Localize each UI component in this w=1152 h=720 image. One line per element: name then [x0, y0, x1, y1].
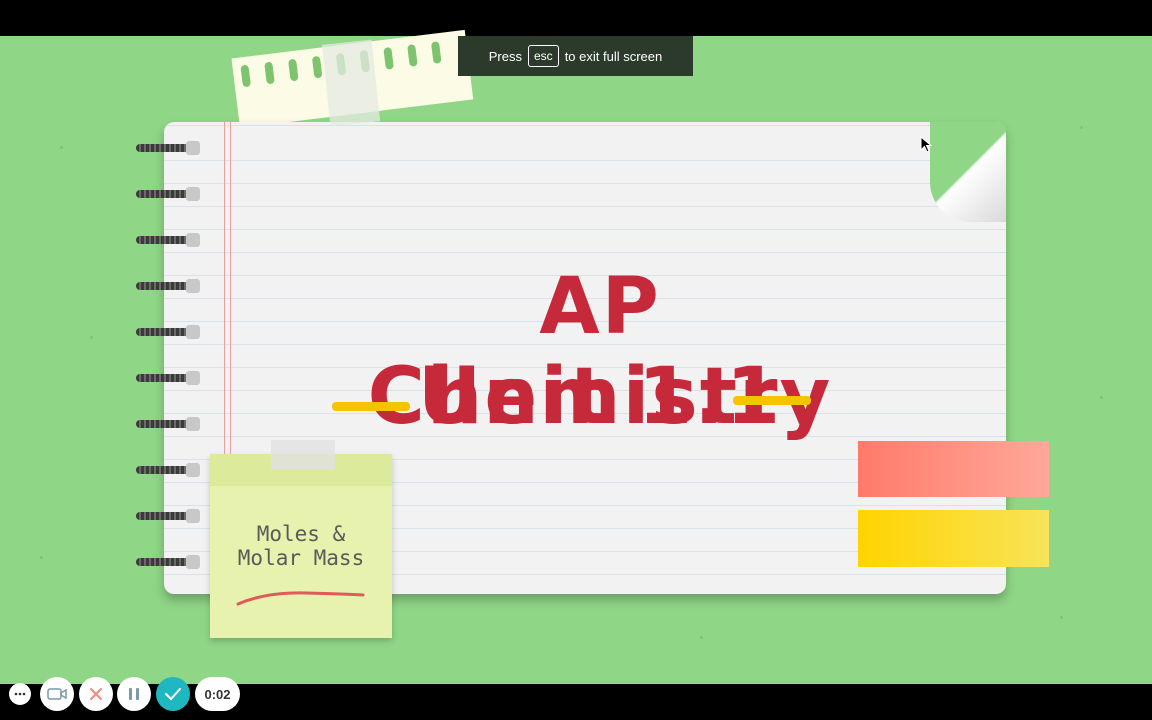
sticky-underline: [236, 591, 365, 606]
more-options-button[interactable]: [9, 683, 31, 705]
spiral-ring: [136, 187, 200, 201]
mouse-cursor-icon: [920, 136, 933, 153]
title-dash-left: [332, 402, 410, 411]
spiral-ring: [136, 141, 200, 155]
toast-prefix: Press: [488, 48, 522, 64]
spiral-ring: [136, 325, 200, 339]
camera-switch-icon: [47, 688, 67, 700]
sticky-tab-yellow: [858, 510, 1049, 567]
discard-button[interactable]: [79, 677, 113, 711]
pause-icon: [129, 688, 139, 700]
pause-button[interactable]: [117, 677, 151, 711]
sticky-tape: [271, 440, 335, 470]
camera-button[interactable]: [40, 677, 74, 711]
spiral-ring: [136, 371, 200, 385]
spiral-ring: [136, 463, 200, 477]
fullscreen-toast: Press esc to exit full screen: [458, 36, 693, 76]
tape-piece: [321, 39, 381, 127]
toast-suffix: to exit full screen: [564, 48, 663, 64]
sticky-note-text: Moles & Molar Mass: [210, 522, 392, 570]
check-icon: [165, 688, 181, 700]
spiral-ring: [136, 279, 200, 293]
page-curl: [930, 122, 1006, 222]
spiral-ring: [136, 233, 200, 247]
spiral-ring: [136, 555, 200, 569]
close-icon: [90, 688, 102, 700]
sticky-tab-red: [858, 441, 1049, 497]
finish-button[interactable]: [156, 677, 190, 711]
timer-display: 0:02: [195, 677, 240, 711]
top-letterbox: [0, 0, 1152, 36]
sticky-line2: Molar Mass: [237, 546, 365, 570]
title-dash-right: [733, 396, 811, 405]
spiral-ring: [136, 509, 200, 523]
sticky-line1: Moles &: [256, 522, 346, 546]
esc-key: esc: [528, 45, 559, 67]
timer-text: 0:02: [204, 686, 231, 702]
spiral-ring: [136, 417, 200, 431]
more-horizontal-icon: [14, 692, 26, 696]
